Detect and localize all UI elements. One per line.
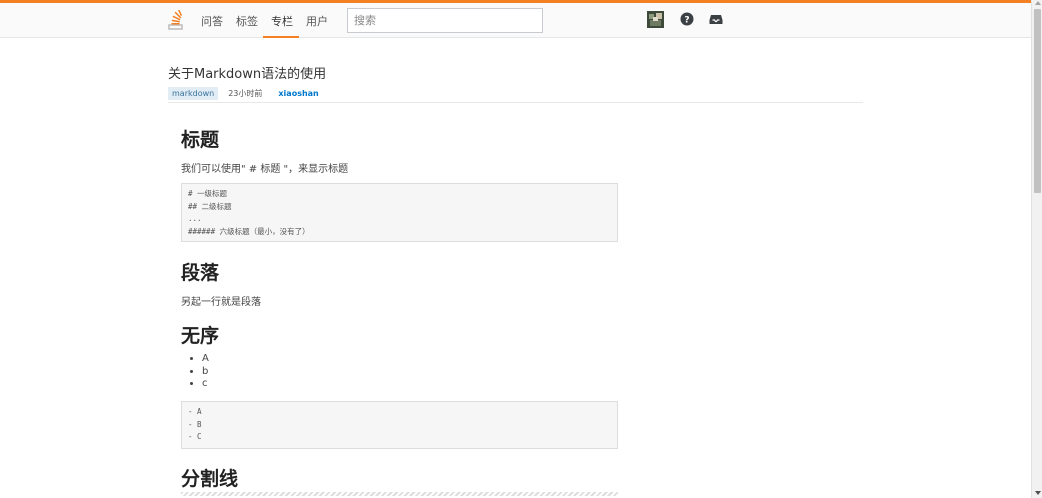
site-header: 问答 标签 专栏 用户 ? [0,3,1031,38]
section-paragraph-text: 另起一行就是段落 [181,297,261,308]
code-line: - A [188,407,202,416]
scroll-down-arrow-icon[interactable] [1035,491,1041,495]
list-item: b [202,366,209,379]
logo-icon[interactable] [168,10,184,30]
divider [168,102,863,103]
scroll-thumb[interactable] [1034,9,1041,193]
page: 问答 标签 专栏 用户 ? 关于Markdown语法的使用 markdown 2… [0,0,1042,498]
code-block-headings: # 一级标题 ## 二级标题 ... ###### 六级标题（最小，没有了） [181,183,618,242]
code-line: ## 二级标题 [188,201,232,211]
code-line: - C [188,432,202,441]
search-input[interactable] [347,8,543,33]
code-line: - B [188,419,202,429]
section-unordered-title: 无序 [181,325,220,347]
scroll-up-arrow-icon[interactable] [1035,1,1041,5]
section-heading-text: 我们可以使用" # 标题 "，来显示标题 [181,164,349,175]
nav-users[interactable]: 用户 [306,13,328,29]
help-icon[interactable]: ? [680,12,694,26]
list-item: A [202,353,209,366]
post-title: 关于Markdown语法的使用 [168,67,327,82]
active-nav-indicator [263,36,299,38]
code-line: ... [188,214,202,223]
post-tag[interactable]: markdown [168,87,219,100]
unordered-list: A b c [190,353,209,391]
code-line: ###### 六级标题（最小，没有了） [188,226,310,236]
scrollbar[interactable] [1031,0,1042,498]
list-item: c [202,378,209,391]
code-block-list: - A - B - C [181,401,618,449]
section-paragraph-title: 段落 [181,262,220,284]
nav-questions[interactable]: 问答 [201,13,223,29]
svg-text:?: ? [684,16,689,26]
horizontal-rule [181,492,618,496]
inbox-icon[interactable] [709,12,723,26]
post-meta: markdown 23小时前 xiaoshan [168,86,319,101]
avatar[interactable] [647,11,664,28]
nav-columns[interactable]: 专栏 [271,13,293,29]
nav-tags[interactable]: 标签 [236,13,258,29]
post-time: 23小时前 [228,89,263,98]
code-line: # 一级标题 [188,189,228,198]
section-heading-title: 标题 [181,129,220,151]
section-divider-title: 分割线 [181,468,239,490]
post-author[interactable]: xiaoshan [278,89,318,98]
